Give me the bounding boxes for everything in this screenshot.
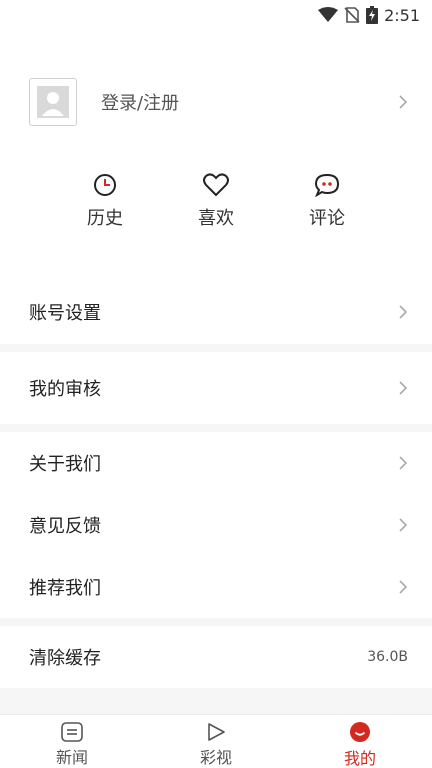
heart-icon	[203, 173, 229, 197]
no-sim-icon	[344, 7, 360, 23]
menu-item-label: 账号设置	[29, 303, 101, 324]
chevron-right-icon	[399, 381, 408, 395]
menu-item-my-review[interactable]: 我的审核	[0, 352, 432, 424]
default-avatar-icon	[37, 86, 69, 118]
tab-video[interactable]: 彩视	[144, 715, 288, 768]
chevron-right-icon	[399, 456, 408, 470]
login-register-label[interactable]: 登录/注册	[101, 89, 398, 115]
section-divider	[0, 688, 432, 714]
wifi-icon	[318, 7, 339, 22]
cache-size-value: 36.0B	[367, 649, 408, 665]
tab-mine[interactable]: 我的	[288, 715, 432, 768]
status-bar: 2:51	[0, 0, 432, 30]
section-divider	[0, 618, 432, 626]
avatar[interactable]	[29, 78, 77, 126]
bottom-tab-bar: 新闻 彩视 我的	[0, 714, 432, 768]
comments-button[interactable]: 评论	[287, 172, 367, 230]
login-row[interactable]: 登录/注册	[0, 78, 432, 126]
tab-label: 我的	[343, 749, 376, 768]
smiley-icon	[350, 722, 370, 742]
tab-news[interactable]: 新闻	[0, 715, 144, 768]
tab-label: 新闻	[55, 748, 88, 767]
chevron-right-icon	[399, 518, 408, 532]
quick-actions: 历史 喜欢 评论	[0, 172, 432, 232]
menu-item-label: 推荐我们	[29, 578, 101, 599]
section-divider	[0, 424, 432, 432]
menu-item-label: 关于我们	[29, 454, 101, 475]
menu-item-recommend-us[interactable]: 推荐我们	[0, 556, 432, 618]
menu-item-label: 意见反馈	[29, 516, 101, 537]
menu-item-account-settings[interactable]: 账号设置	[0, 280, 432, 344]
menu-item-about-us[interactable]: 关于我们	[0, 432, 432, 494]
chevron-right-icon	[399, 305, 408, 319]
menu-item-label: 清除缓存	[29, 648, 101, 669]
clock-icon	[94, 174, 116, 196]
section-divider	[0, 344, 432, 352]
chevron-right-icon	[399, 95, 408, 109]
menu-item-label: 我的审核	[29, 379, 101, 400]
likes-button[interactable]: 喜欢	[176, 172, 256, 230]
play-icon	[208, 722, 225, 741]
history-button[interactable]: 历史	[65, 172, 145, 230]
likes-label: 喜欢	[198, 208, 234, 229]
comment-icon	[314, 173, 340, 197]
news-icon	[61, 721, 83, 742]
chevron-right-icon	[399, 580, 408, 594]
battery-charging-icon	[366, 6, 379, 24]
settings-menu: 账号设置 我的审核 关于我们 意见反馈 推荐我们 清除缓存 36.0B	[0, 280, 432, 714]
comments-label: 评论	[309, 208, 345, 229]
history-label: 历史	[87, 208, 123, 229]
menu-item-clear-cache[interactable]: 清除缓存 36.0B	[0, 626, 432, 688]
tab-label: 彩视	[199, 748, 232, 767]
menu-item-feedback[interactable]: 意见反馈	[0, 494, 432, 556]
clock-time: 2:51	[384, 5, 420, 25]
